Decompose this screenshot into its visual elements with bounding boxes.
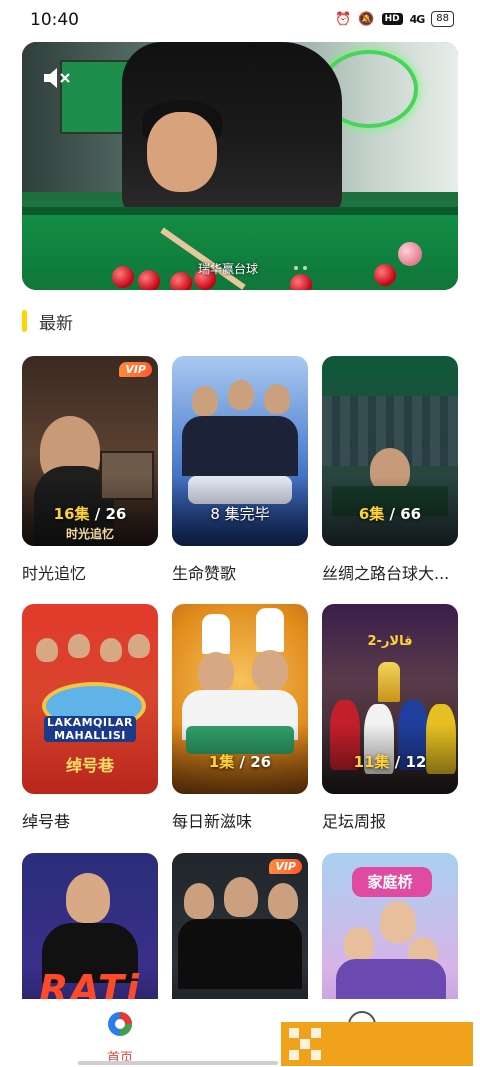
poster-figure	[224, 877, 258, 917]
card-title[interactable]: 每日新滋味	[172, 808, 308, 832]
episode-count: 1集 / 26	[172, 751, 308, 772]
episode-total: / 12	[394, 753, 427, 771]
snooker-ball	[138, 270, 160, 290]
content-card[interactable]: 2-قالار 11集 / 12 足坛周报	[322, 604, 458, 832]
poster-group	[336, 959, 446, 999]
trophy-icon	[378, 662, 400, 702]
poster-subtitle: 2-قالار	[367, 634, 413, 649]
section-accent-bar	[22, 310, 27, 332]
episode-unit: 集	[219, 753, 235, 771]
poster-figure	[192, 386, 218, 416]
status-bar: 10:40 ⏰ 🔕 HD 4G 88	[0, 0, 480, 42]
poster-figure	[252, 650, 288, 690]
content-card[interactable]: 1集 / 26 每日新滋味	[172, 604, 308, 832]
card-title[interactable]: 时光追忆	[22, 560, 158, 584]
card-title[interactable]: 丝绸之路台球大...	[322, 560, 458, 584]
episode-unit: 集	[369, 505, 385, 523]
app-logo-icon	[108, 1012, 132, 1036]
status-time: 10:40	[30, 10, 79, 30]
card-title[interactable]: 绰号巷	[22, 808, 158, 832]
banner-caption: 瑞华赢台球	[198, 262, 259, 276]
poster-figure	[66, 873, 110, 923]
poster-figure	[68, 634, 90, 658]
card-title[interactable]: 足坛周报	[322, 808, 458, 832]
poster-figure	[264, 384, 290, 414]
tab-home[interactable]: 首页	[90, 1011, 150, 1066]
pagination-dot	[303, 266, 307, 270]
vip-badge: VIP	[269, 859, 302, 874]
card-poster[interactable]: 2-قالار 11集 / 12	[322, 604, 458, 794]
episode-current: 11	[353, 753, 375, 771]
poster-figure	[184, 883, 214, 919]
snooker-ball	[290, 274, 312, 290]
poster-figure	[128, 634, 150, 658]
banner-pagination	[294, 266, 307, 270]
card-poster[interactable]: 6集 / 66	[322, 356, 458, 546]
episode-total: / 66	[389, 505, 422, 523]
alarm-icon: ⏰	[335, 11, 352, 27]
ad-logo-icon	[289, 1028, 321, 1060]
hd-badge: HD	[381, 13, 403, 25]
card-title[interactable]: 生命赞歌	[172, 560, 308, 584]
poster-figure	[228, 380, 254, 410]
pagination-dot	[294, 266, 298, 270]
poster-chef-hat	[202, 614, 230, 654]
snooker-ball	[374, 264, 396, 286]
poster-figure	[380, 901, 416, 943]
poster-chef-hat	[256, 608, 284, 652]
poster-figure	[344, 927, 374, 961]
home-indicator	[78, 1061, 278, 1065]
card-poster[interactable]: 1集 / 26	[172, 604, 308, 794]
poster-figure	[36, 638, 58, 662]
episode-count: 6集 / 66	[322, 503, 458, 524]
battery-indicator: 88	[431, 11, 454, 27]
episode-status: 8 集完毕	[210, 505, 270, 523]
episode-unit: 集	[374, 753, 390, 771]
poster-group	[182, 416, 298, 476]
snooker-ball	[398, 242, 422, 266]
episode-current: 16	[53, 505, 75, 523]
episode-total: / 26	[239, 753, 272, 771]
poster-group	[178, 919, 302, 989]
section-header: 最新	[22, 308, 73, 334]
section-title: 最新	[39, 313, 73, 334]
poster-chinese-title: 绰号巷	[65, 756, 114, 775]
episode-count: 11集 / 12	[322, 751, 458, 772]
episode-current: 1	[208, 753, 220, 771]
network-indicator: 4G	[409, 12, 426, 26]
floating-ad[interactable]	[281, 1022, 473, 1066]
snooker-ball	[112, 266, 134, 288]
snooker-ball	[170, 272, 192, 290]
speaker-mute-icon[interactable]	[42, 66, 72, 90]
status-icons: ⏰ 🔕 HD 4G 88	[335, 11, 454, 27]
poster-figure	[198, 652, 234, 692]
bell-muted-icon: 🔕	[358, 11, 375, 27]
poster-title-text: 时光追忆	[65, 527, 114, 541]
content-card[interactable]: VIP 16集 / 26 时光追忆 时光追忆	[22, 356, 158, 584]
vip-badge: VIP	[119, 362, 152, 377]
poster-chinese-title: 家庭桥	[367, 873, 413, 891]
card-poster[interactable]: LAKAMQILAR MAHALLISI 绰号巷	[22, 604, 158, 794]
card-poster[interactable]: VIP 16集 / 26 时光追忆	[22, 356, 158, 546]
content-card[interactable]: 6集 / 66 丝绸之路台球大...	[322, 356, 458, 584]
episode-current: 6	[358, 505, 370, 523]
episode-total: / 26	[94, 505, 127, 523]
episode-unit: 集	[74, 505, 90, 523]
poster-figure	[268, 883, 298, 919]
card-poster[interactable]: 8 集完毕	[172, 356, 308, 546]
episode-count: 16集 / 26	[22, 503, 158, 524]
hero-banner[interactable]: 瑞华赢台球	[22, 42, 458, 290]
content-card[interactable]: 8 集完毕 生命赞歌	[172, 356, 308, 584]
banner-player-face	[147, 112, 217, 192]
content-card[interactable]: LAKAMQILAR MAHALLISI 绰号巷 绰号巷	[22, 604, 158, 832]
poster-figure	[100, 638, 122, 662]
poster-title-text: LAKAMQILAR MAHALLISI	[44, 716, 136, 742]
